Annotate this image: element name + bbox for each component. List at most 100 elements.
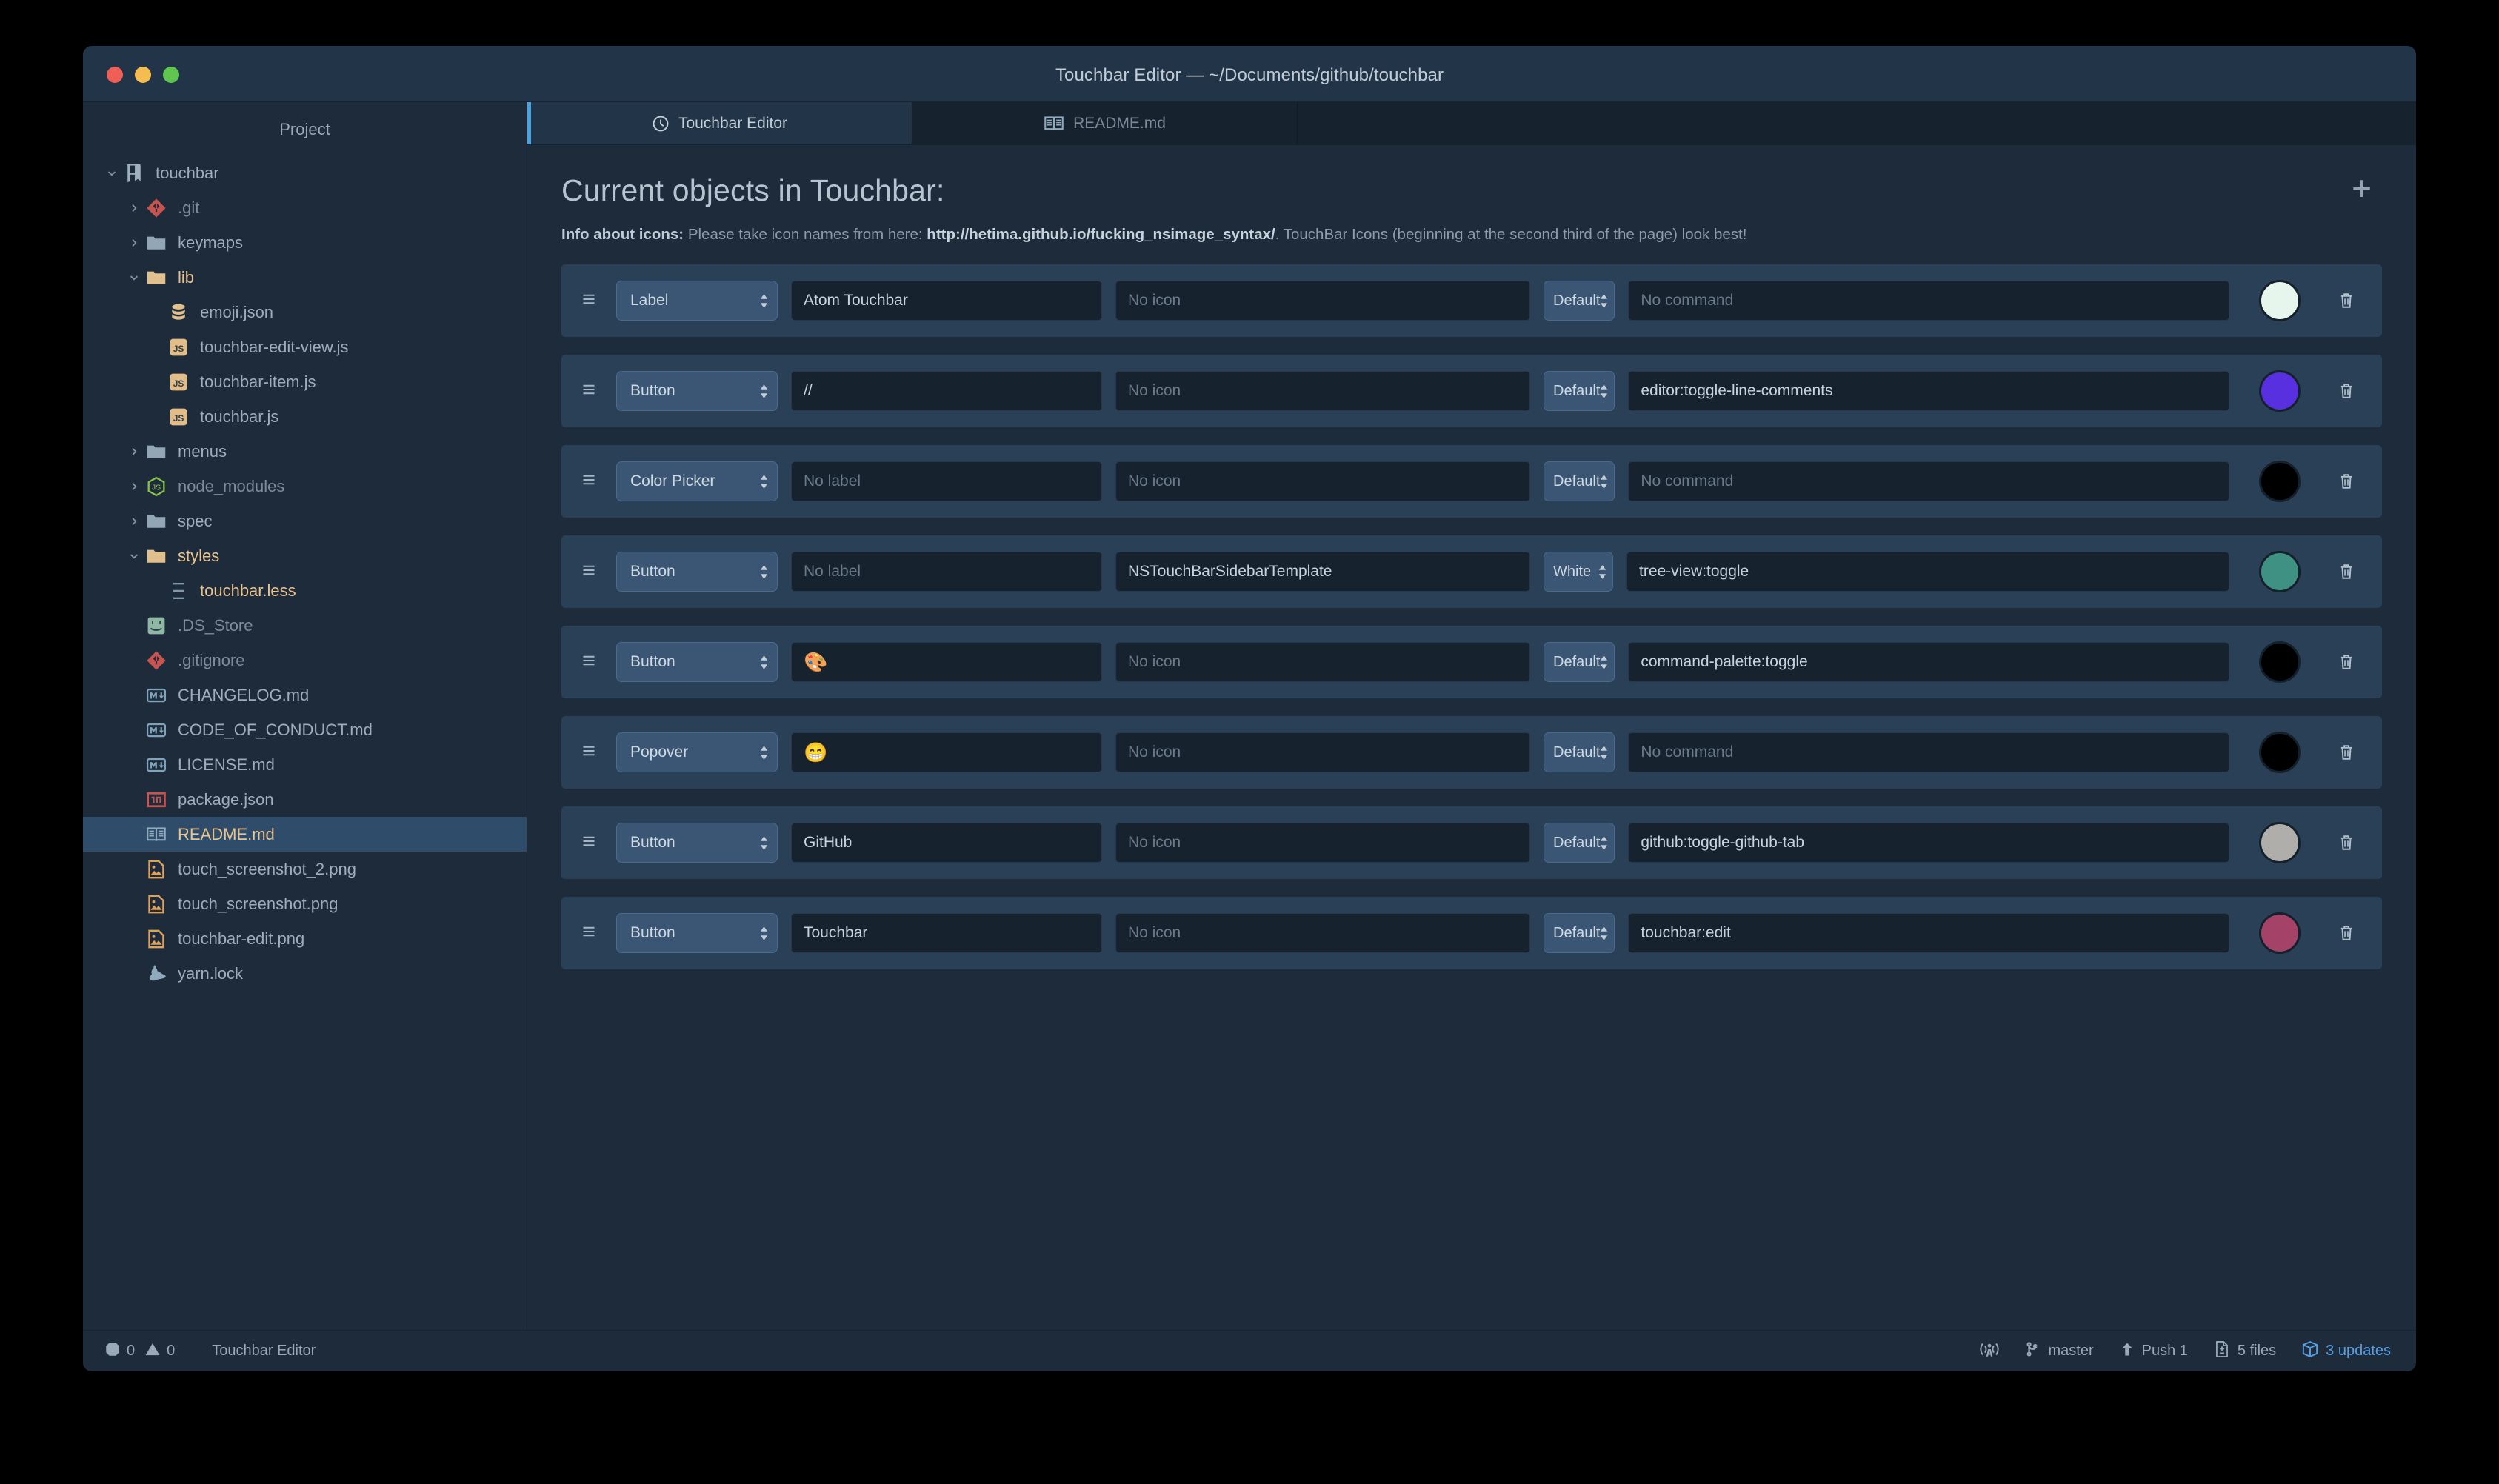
item-icon-input[interactable]: No icon bbox=[1115, 281, 1530, 321]
item-command-input[interactable]: touchbar:edit bbox=[1628, 913, 2229, 953]
item-color-mode-select[interactable]: Default bbox=[1544, 913, 1615, 953]
drag-handle-icon[interactable] bbox=[575, 290, 603, 311]
tree-item-styles[interactable]: styles bbox=[83, 538, 527, 573]
item-color-swatch[interactable] bbox=[2259, 912, 2301, 954]
delete-item-button[interactable] bbox=[2330, 562, 2363, 581]
item-icon-input[interactable]: No icon bbox=[1115, 732, 1530, 772]
chevron-down-icon[interactable] bbox=[124, 550, 144, 562]
item-color-swatch[interactable] bbox=[2259, 461, 2301, 502]
delete-item-button[interactable] bbox=[2330, 472, 2363, 491]
item-label-input[interactable]: No label bbox=[791, 552, 1102, 592]
item-command-input[interactable]: No command bbox=[1628, 732, 2229, 772]
tree-item-node-modules[interactable]: JS node_modules bbox=[83, 469, 527, 504]
chevron-right-icon[interactable] bbox=[124, 446, 144, 458]
tree-item-ds-store[interactable]: .DS_Store bbox=[83, 608, 527, 643]
item-label-input[interactable]: No label bbox=[791, 461, 1102, 501]
tree-item-keymaps[interactable]: keymaps bbox=[83, 225, 527, 260]
delete-item-button[interactable] bbox=[2330, 291, 2363, 310]
chevron-right-icon[interactable] bbox=[124, 202, 144, 214]
status-5-files[interactable]: 5 files bbox=[2213, 1340, 2276, 1363]
tree-item-touchbar-edit-view-js[interactable]: JS touchbar-edit-view.js bbox=[83, 330, 527, 364]
item-type-select[interactable]: Popover bbox=[616, 732, 778, 772]
item-command-input[interactable]: No command bbox=[1628, 281, 2229, 321]
tree-item-gitignore[interactable]: .gitignore bbox=[83, 643, 527, 678]
status-live-share[interactable] bbox=[1979, 1340, 1999, 1363]
item-type-select[interactable]: Button bbox=[616, 642, 778, 682]
status-3-updates[interactable]: 3 updates bbox=[2301, 1340, 2391, 1363]
item-type-select[interactable]: Button bbox=[616, 371, 778, 411]
chevron-down-icon[interactable] bbox=[124, 272, 144, 284]
tree-item-readme-md[interactable]: README.md bbox=[83, 817, 527, 852]
item-color-mode-select[interactable]: Default bbox=[1544, 461, 1615, 501]
item-color-swatch[interactable] bbox=[2259, 822, 2301, 863]
delete-item-button[interactable] bbox=[2330, 923, 2363, 943]
item-color-mode-select[interactable]: Default bbox=[1544, 732, 1615, 772]
drag-handle-icon[interactable] bbox=[575, 652, 603, 672]
chevron-right-icon[interactable] bbox=[124, 481, 144, 492]
drag-handle-icon[interactable] bbox=[575, 832, 603, 853]
tree-item-touch-screenshot-png[interactable]: touch_screenshot.png bbox=[83, 886, 527, 921]
tree-item-menus[interactable]: menus bbox=[83, 434, 527, 469]
tree-item-git[interactable]: .git bbox=[83, 190, 527, 225]
tree-item-changelog-md[interactable]: CHANGELOG.md bbox=[83, 678, 527, 712]
status-push-1[interactable]: Push 1 bbox=[2119, 1341, 2188, 1362]
item-label-input[interactable]: // bbox=[791, 371, 1102, 411]
item-icon-input[interactable]: No icon bbox=[1115, 823, 1530, 863]
tab-touchbar-editor[interactable]: Touchbar Editor bbox=[527, 102, 912, 144]
item-color-swatch[interactable] bbox=[2259, 370, 2301, 412]
warning-count[interactable]: 0 bbox=[145, 1342, 175, 1361]
delete-item-button[interactable] bbox=[2330, 743, 2363, 762]
tree-item-lib[interactable]: lib bbox=[83, 260, 527, 295]
status-master[interactable]: master bbox=[2024, 1340, 2094, 1363]
item-command-input[interactable]: tree-view:toggle bbox=[1626, 552, 2229, 592]
item-icon-input[interactable]: No icon bbox=[1115, 913, 1530, 953]
tree-item-touchbar-edit-png[interactable]: touchbar-edit.png bbox=[83, 921, 527, 956]
item-color-mode-select[interactable]: Default bbox=[1544, 642, 1615, 682]
drag-handle-icon[interactable] bbox=[575, 561, 603, 582]
chevron-right-icon[interactable] bbox=[124, 515, 144, 527]
item-color-mode-select[interactable]: Default bbox=[1544, 823, 1615, 863]
item-command-input[interactable]: github:toggle-github-tab bbox=[1628, 823, 2229, 863]
item-label-input[interactable]: Atom Touchbar bbox=[791, 281, 1102, 321]
tab-readme-md[interactable]: README.md bbox=[912, 102, 1298, 144]
item-color-swatch[interactable] bbox=[2259, 732, 2301, 773]
tree-item-touchbar-less[interactable]: touchbar.less bbox=[83, 573, 527, 608]
item-icon-input[interactable]: No icon bbox=[1115, 642, 1530, 682]
drag-handle-icon[interactable] bbox=[575, 923, 603, 943]
item-type-select[interactable]: Button bbox=[616, 552, 778, 592]
item-label-input[interactable]: 🎨 bbox=[791, 642, 1102, 682]
add-item-button[interactable]: + bbox=[2341, 171, 2382, 205]
error-count[interactable]: 0 bbox=[105, 1342, 135, 1361]
tree-item-touchbar-js[interactable]: JS touchbar.js bbox=[83, 399, 527, 434]
item-icon-input[interactable]: No icon bbox=[1115, 461, 1530, 501]
chevron-right-icon[interactable] bbox=[124, 237, 144, 249]
item-label-input[interactable]: GitHub bbox=[791, 823, 1102, 863]
item-color-swatch[interactable] bbox=[2259, 551, 2301, 592]
item-icon-input[interactable]: NSTouchBarSidebarTemplate bbox=[1115, 552, 1530, 592]
tree-item-touchbar[interactable]: touchbar bbox=[83, 156, 527, 190]
item-type-select[interactable]: Button bbox=[616, 913, 778, 953]
tree-item-touch-screenshot-2-png[interactable]: touch_screenshot_2.png bbox=[83, 852, 527, 886]
item-command-input[interactable]: No command bbox=[1628, 461, 2229, 501]
item-label-input[interactable]: 😁 bbox=[791, 732, 1102, 772]
item-type-select[interactable]: Color Picker bbox=[616, 461, 778, 501]
tree-item-license-md[interactable]: LICENSE.md bbox=[83, 747, 527, 782]
tree-item-yarn-lock[interactable]: yarn.lock bbox=[83, 956, 527, 991]
item-color-mode-select[interactable]: Default bbox=[1544, 281, 1615, 321]
delete-item-button[interactable] bbox=[2330, 833, 2363, 852]
item-command-input[interactable]: editor:toggle-line-comments bbox=[1628, 371, 2229, 411]
item-command-input[interactable]: command-palette:toggle bbox=[1628, 642, 2229, 682]
item-color-mode-select[interactable]: Default bbox=[1544, 371, 1615, 411]
item-color-swatch[interactable] bbox=[2259, 280, 2301, 321]
chevron-down-icon[interactable] bbox=[102, 167, 121, 179]
item-label-input[interactable]: Touchbar bbox=[791, 913, 1102, 953]
item-type-select[interactable]: Label bbox=[616, 281, 778, 321]
item-type-select[interactable]: Button bbox=[616, 823, 778, 863]
drag-handle-icon[interactable] bbox=[575, 742, 603, 763]
item-color-mode-select[interactable]: White bbox=[1544, 552, 1613, 592]
drag-handle-icon[interactable] bbox=[575, 471, 603, 492]
tree-item-code-of-conduct-md[interactable]: CODE_OF_CONDUCT.md bbox=[83, 712, 527, 747]
tree-item-touchbar-item-js[interactable]: JS touchbar-item.js bbox=[83, 364, 527, 399]
delete-item-button[interactable] bbox=[2330, 381, 2363, 401]
delete-item-button[interactable] bbox=[2330, 652, 2363, 672]
